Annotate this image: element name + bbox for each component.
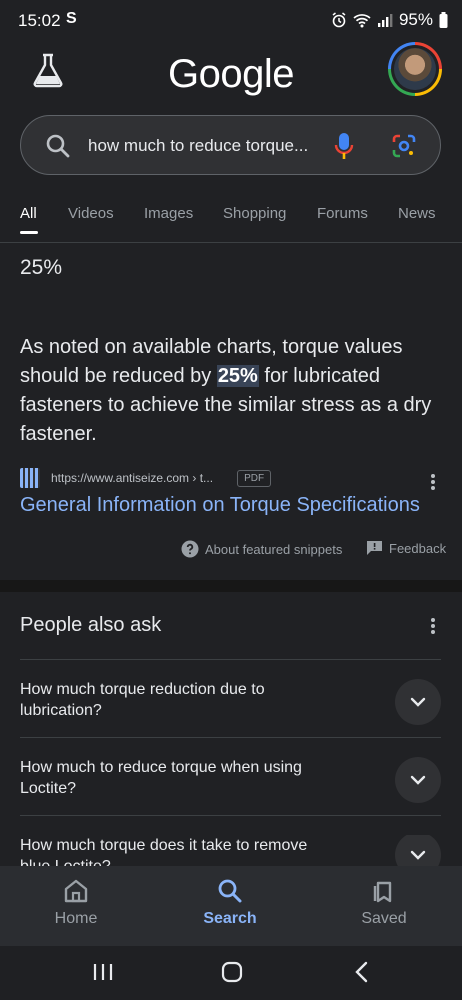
active-tab-indicator [20,231,38,234]
chevron-down-icon [410,850,426,860]
status-right: 95% [331,10,448,30]
home-button-icon[interactable] [220,960,244,984]
search-icon [46,134,70,158]
tabs-divider [0,242,462,243]
chevron-down-icon [410,775,426,785]
expand-button[interactable] [395,757,441,803]
nav-search-label: Search [203,910,257,927]
nav-saved[interactable]: Saved [324,878,444,928]
paa-question-text: How much to reduce torque when using Loc… [20,759,302,797]
source-url[interactable]: https://www.antiseize.com › t... [51,471,213,485]
tab-all[interactable]: All [20,205,37,222]
wifi-icon [353,14,371,28]
battery-percent: 95% [398,10,433,29]
tab-forums[interactable]: Forums [317,205,368,222]
app-notification-icon: S [66,10,77,27]
snippet-text: As noted on available charts, torque val… [20,333,440,449]
nav-home-label: Home [54,910,98,927]
result-title-link[interactable]: General Information on Torque Specificat… [20,494,420,517]
feedback-icon [367,541,382,555]
site-favicon-icon [20,468,40,488]
tab-images[interactable]: Images [144,205,193,222]
status-bar: 15:02 S 95% [0,0,462,44]
search-bar[interactable]: how much to reduce torque... [20,115,441,175]
chevron-down-icon [410,697,426,707]
expand-button[interactable] [395,835,441,866]
saved-collections-icon [373,881,392,903]
section-separator [0,580,462,592]
feedback-button[interactable]: Feedback [366,540,446,556]
file-type-badge: PDF [237,469,272,487]
expand-button[interactable] [395,679,441,725]
search-query[interactable]: how much to reduce torque... [88,136,308,156]
paa-more-options-icon[interactable] [423,616,443,636]
about-featured-snippets[interactable]: About featured snippets [181,540,342,558]
search-icon [218,879,242,903]
bottom-navigation: Home Search Saved [0,866,462,946]
tab-news[interactable]: News [398,205,436,222]
alarm-icon [332,12,346,28]
result-source[interactable]: https://www.antiseize.com › t... PDF [20,467,272,489]
paa-question[interactable]: How much torque does it take to remove b… [20,835,441,866]
system-navigation-bar [0,946,462,1000]
paa-question-text: How much torque reduction due to lubrica… [20,681,265,719]
battery-icon [439,12,448,28]
nav-home[interactable]: Home [16,878,136,928]
signal-icon [377,14,393,27]
about-featured-snippets-label: About featured snippets [205,541,343,557]
paa-divider [20,815,441,816]
profile-photo [394,48,436,90]
result-more-options-icon[interactable] [423,472,443,492]
nav-saved-label: Saved [361,910,407,927]
help-icon [181,540,199,558]
tab-shopping[interactable]: Shopping [223,205,286,222]
back-icon[interactable] [352,960,372,984]
snippet-highlight: 25% [216,365,259,387]
paa-divider [20,737,441,738]
tab-videos[interactable]: Videos [68,205,114,222]
status-time: 15:02 [18,11,61,30]
paa-divider [20,659,441,660]
snippet-answer: 25% [20,256,63,279]
google-lens-icon[interactable] [391,133,417,159]
microphone-icon[interactable] [334,132,354,162]
feedback-label: Feedback [389,540,447,556]
home-icon [64,879,88,903]
paa-question-text: How much torque does it take to remove b… [20,837,308,866]
recent-apps-icon[interactable] [92,960,114,984]
avatar[interactable] [388,42,442,96]
nav-search[interactable]: Search [170,878,290,928]
people-also-ask-title: People also ask [20,614,162,636]
